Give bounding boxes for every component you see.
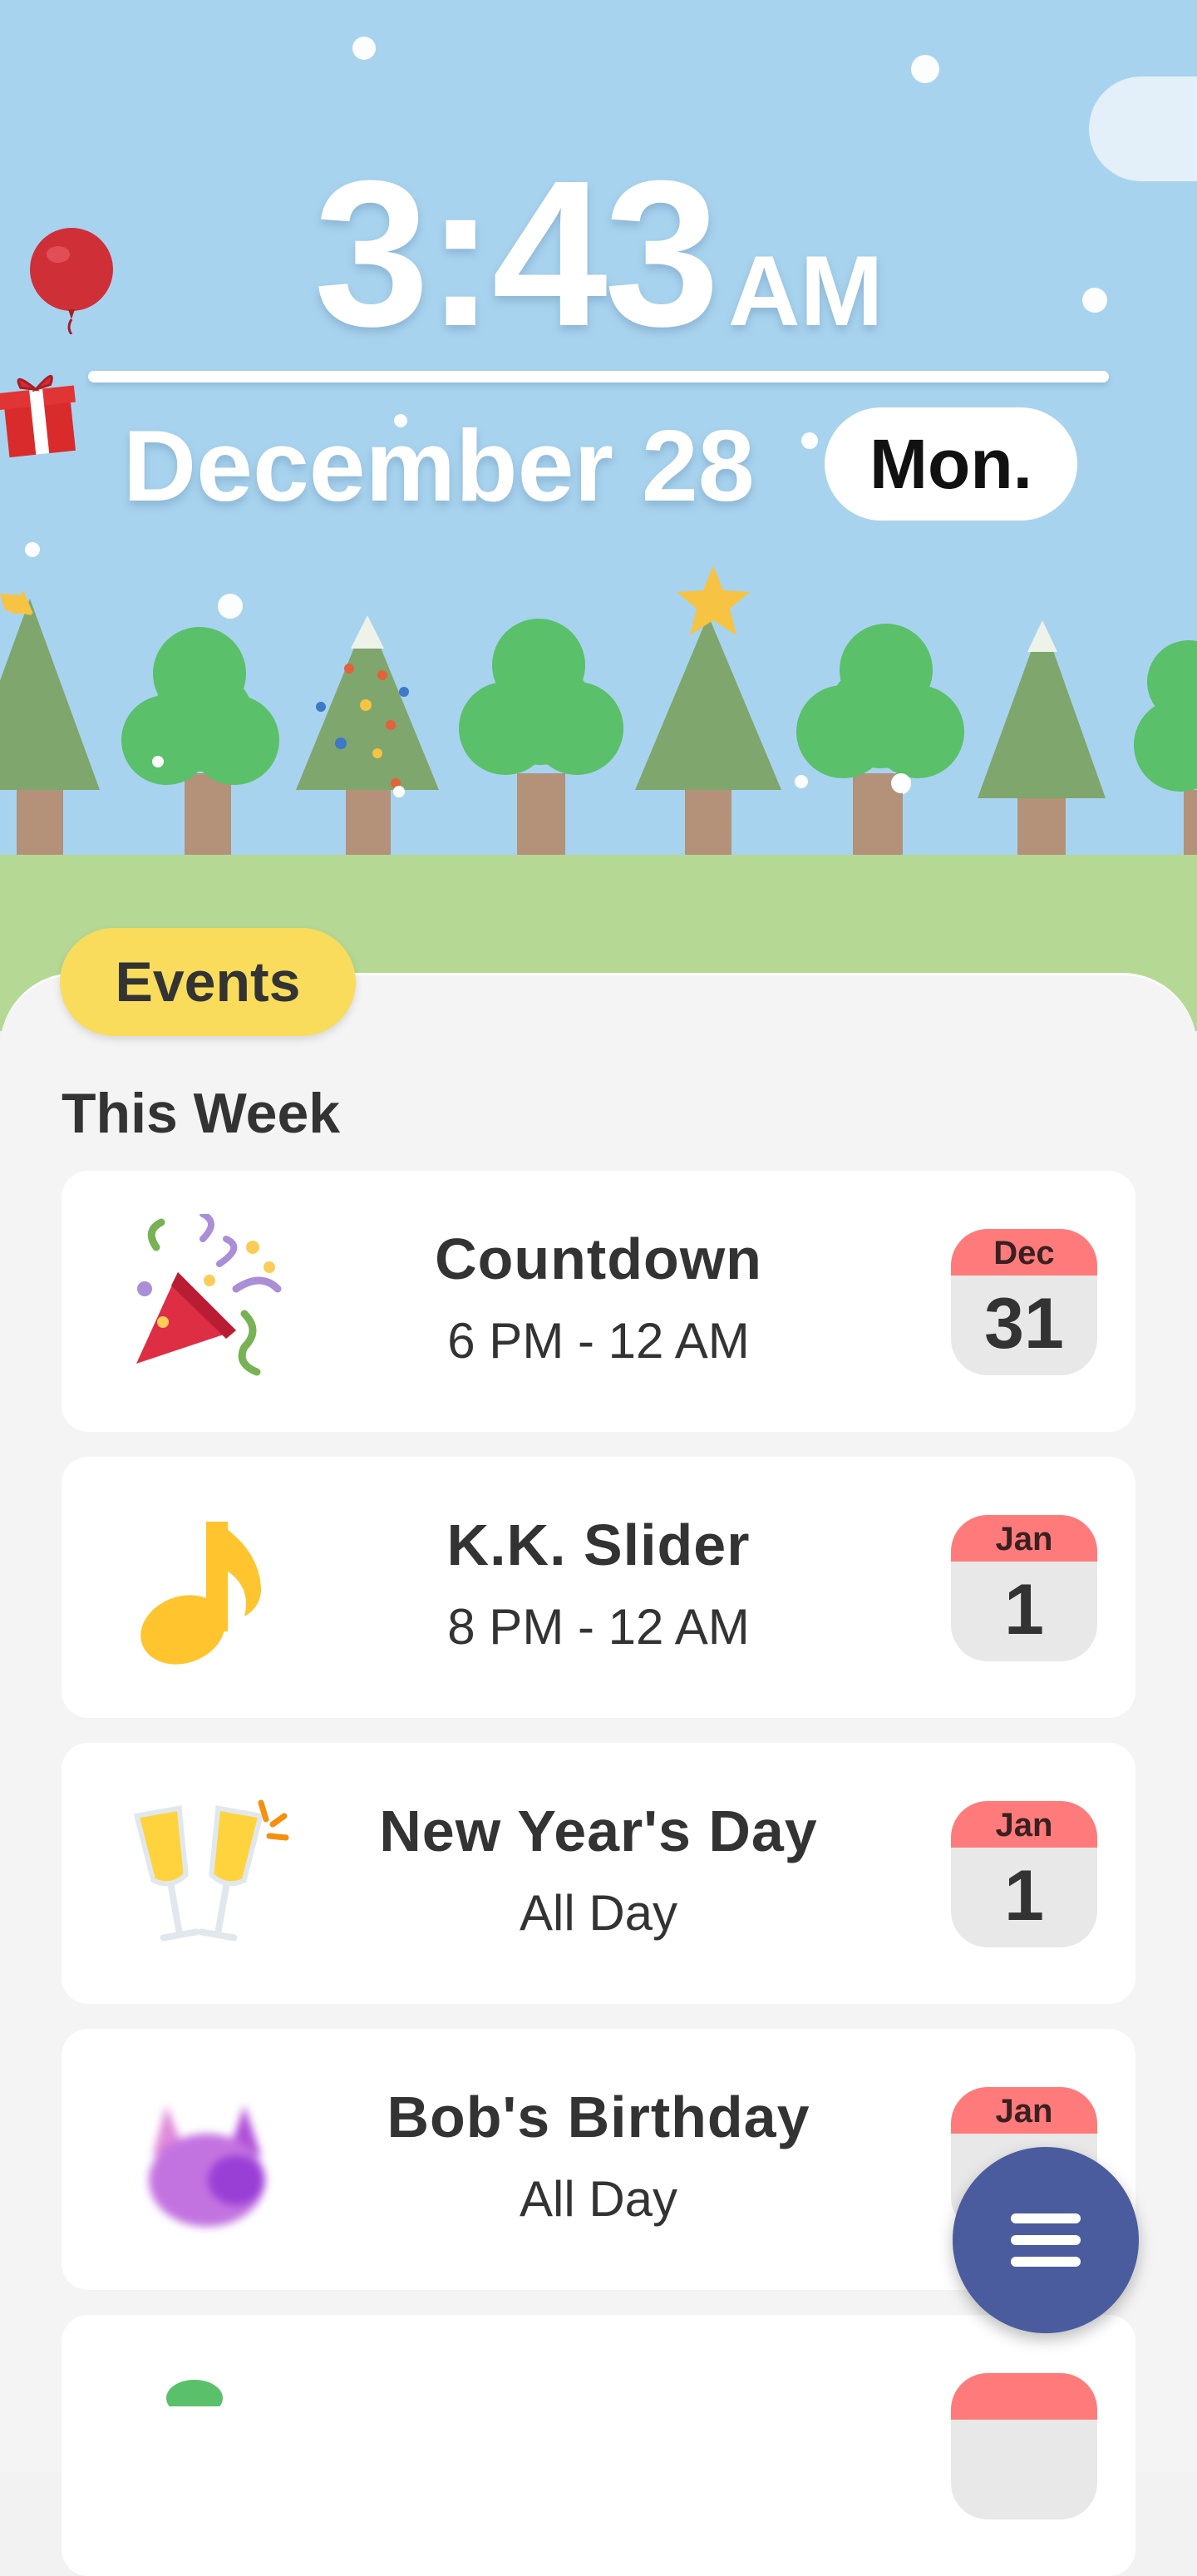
- event-card-partial[interactable]: [62, 2315, 1135, 2576]
- calendar-month: Jan: [951, 2087, 1097, 2134]
- hamburger-line: [1011, 2257, 1081, 2267]
- menu-button[interactable]: [953, 2147, 1139, 2333]
- event-card-kk-slider[interactable]: K.K. Slider 8 PM - 12 AM Jan 1: [62, 1457, 1135, 1718]
- snowflake: [25, 542, 40, 557]
- clock-divider: [88, 371, 1109, 382]
- clock: 3:43 AM: [0, 150, 1197, 358]
- events-tab[interactable]: Events: [60, 928, 356, 1036]
- date-label: December 28: [123, 409, 755, 522]
- calendar-day: 31: [984, 1284, 1064, 1364]
- snowflake: [911, 55, 939, 83]
- trees-illustration: [0, 565, 1197, 856]
- calendar-month: Dec: [951, 1229, 1097, 1276]
- calendar-month: [951, 2373, 1097, 2420]
- section-title: This Week: [62, 1082, 341, 1145]
- header-scene: 3:43 AM December 28 Mon.: [0, 0, 1197, 1031]
- calendar-day: 1: [1004, 1570, 1044, 1650]
- calendar-date-badge: Dec 31: [951, 1229, 1097, 1375]
- gift-icon: [0, 375, 76, 458]
- snowflake: [801, 432, 818, 449]
- calendar-month: Jan: [951, 1801, 1097, 1848]
- hamburger-line: [1011, 2235, 1081, 2245]
- snowflake: [352, 37, 376, 60]
- clock-time: 3:43: [313, 137, 720, 369]
- event-card-countdown[interactable]: Countdown 6 PM - 12 AM Dec 31: [62, 1171, 1135, 1432]
- calendar-day: 1: [1004, 1856, 1044, 1936]
- calendar-date-badge: Jan 1: [951, 1801, 1097, 1947]
- calendar-date-badge: Jan 1: [951, 1515, 1097, 1661]
- calendar-date-badge: [951, 2373, 1097, 2519]
- hamburger-line: [1011, 2213, 1081, 2223]
- clock-ampm: AM: [727, 235, 884, 347]
- calendar-month: Jan: [951, 1515, 1097, 1562]
- leaf-icon: [166, 2380, 223, 2406]
- event-card-new-years-day[interactable]: New Year's Day All Day Jan 1: [62, 1743, 1135, 2004]
- weekday-pill: Mon.: [825, 407, 1077, 521]
